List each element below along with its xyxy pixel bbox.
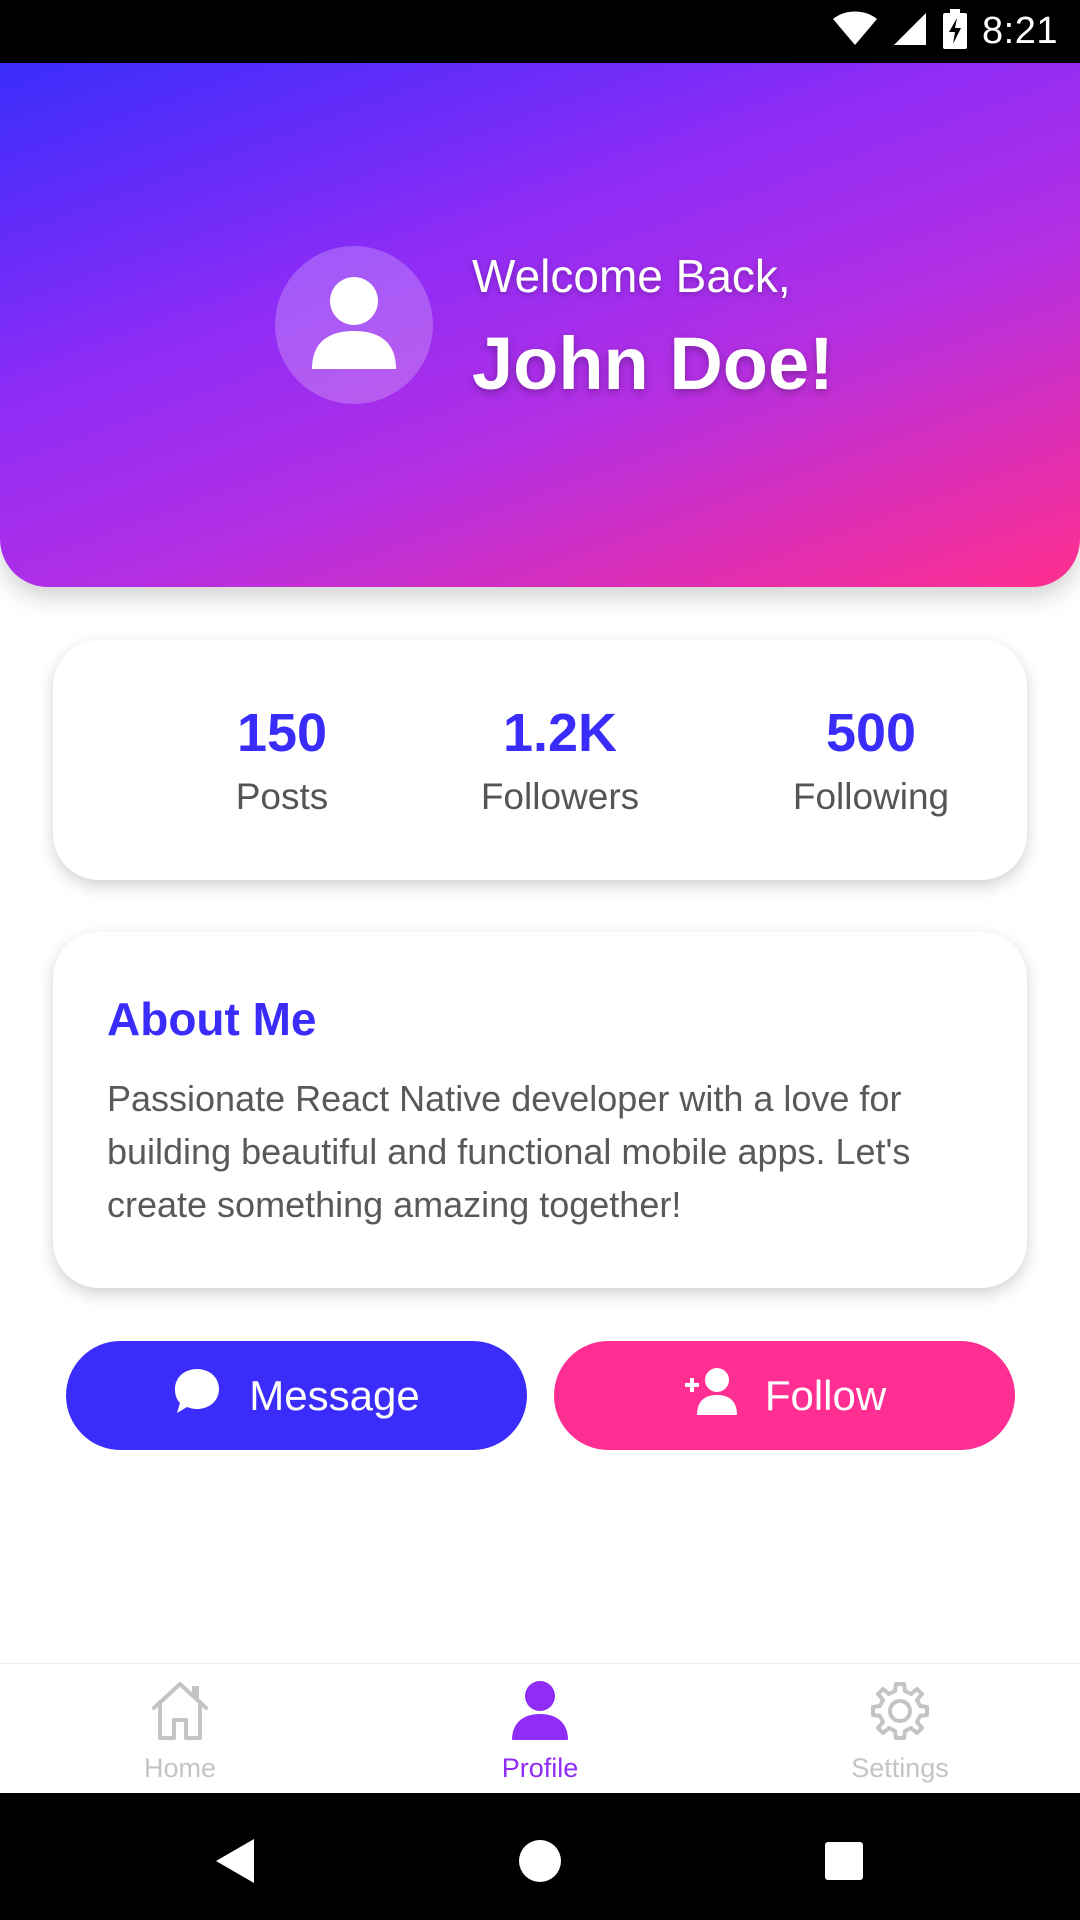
signal-icon: [892, 11, 928, 52]
nav-label-settings: Settings: [851, 1753, 949, 1783]
stats-card: 150 Posts 1.2K Followers 500 Following: [53, 640, 1027, 880]
gear-icon: [869, 1682, 931, 1746]
welcome-text: Welcome Back,: [472, 250, 791, 302]
nav-item-profile[interactable]: Profile: [430, 1680, 650, 1784]
home-icon: [148, 1682, 212, 1746]
message-button[interactable]: Message: [66, 1341, 527, 1450]
status-time: 8:21: [982, 10, 1058, 52]
back-icon[interactable]: [206, 1831, 266, 1891]
home-circle-icon[interactable]: [510, 1831, 570, 1891]
follow-button-label: Follow: [764, 1371, 887, 1419]
about-title: About Me: [107, 993, 317, 1045]
about-text: Passionate React Native developer with a…: [107, 1078, 911, 1225]
stat-value: 150: [236, 703, 328, 763]
nav-label-profile: Profile: [501, 1753, 579, 1783]
about-card: About Me Passionate React Native develop…: [53, 932, 1027, 1288]
battery-charging-icon: [942, 9, 968, 54]
stat-following[interactable]: 500 Following: [741, 702, 1001, 818]
stat-value: 1.2K: [502, 703, 618, 763]
wifi-icon: [832, 11, 878, 52]
nav-item-settings[interactable]: Settings: [790, 1680, 1010, 1784]
status-icons: 8:21: [832, 0, 1058, 63]
stat-label: Following: [792, 776, 950, 817]
follow-button[interactable]: Follow: [554, 1341, 1015, 1450]
chat-bubble-icon: [173, 1367, 221, 1425]
status-bar: 8:21: [0, 0, 1080, 63]
profile-header: Welcome Back, John Doe!: [0, 63, 1080, 587]
profile-icon: [510, 1681, 570, 1746]
avatar[interactable]: [275, 246, 433, 404]
user-icon: [310, 275, 398, 376]
stat-posts[interactable]: 150 Posts: [152, 702, 412, 818]
nav-label-home: Home: [143, 1753, 217, 1783]
nav-item-home[interactable]: Home: [70, 1680, 290, 1784]
bottom-nav: Home Profile Settings: [0, 1663, 1080, 1794]
user-name: John Doe!: [472, 322, 834, 405]
stat-label: Followers: [480, 776, 640, 817]
recents-icon[interactable]: [814, 1831, 874, 1891]
system-nav-bar: [0, 1793, 1080, 1920]
stat-followers[interactable]: 1.2K Followers: [430, 702, 690, 818]
add-user-icon: [683, 1367, 737, 1425]
message-button-label: Message: [249, 1371, 420, 1419]
stat-label: Posts: [235, 776, 329, 817]
stat-value: 500: [825, 703, 917, 763]
